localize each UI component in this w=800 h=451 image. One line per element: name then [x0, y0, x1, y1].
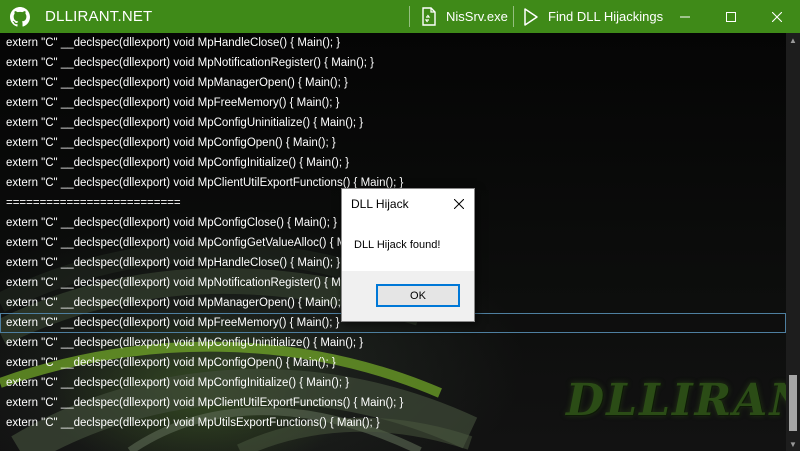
output-line[interactable]: extern "C" __declspec(dllexport) void Mp…: [0, 53, 786, 73]
dialog-close-button[interactable]: [444, 189, 474, 218]
app-title: DLLIRANT.NET: [45, 8, 153, 25]
find-label: Find DLL Hijackings: [548, 9, 664, 24]
output-line[interactable]: extern "C" __declspec(dllexport) void Mp…: [0, 113, 786, 133]
target-label: NisSrv.exe: [446, 9, 508, 24]
maximize-icon: [726, 11, 736, 22]
minimize-button[interactable]: [662, 0, 708, 33]
scroll-down-icon[interactable]: ▼: [786, 437, 800, 451]
dialog-message: DLL Hijack found!: [354, 238, 441, 251]
titlebar-divider: [409, 6, 410, 27]
dialog-body: DLL Hijack found!: [342, 218, 474, 271]
titlebar-divider: [513, 6, 514, 27]
output-line[interactable]: extern "C" __declspec(dllexport) void Mp…: [0, 153, 786, 173]
output-line[interactable]: extern "C" __declspec(dllexport) void Mp…: [0, 33, 786, 53]
dialog-header: DLL Hijack: [342, 189, 474, 218]
output-line[interactable]: extern "C" __declspec(dllexport) void Mp…: [0, 353, 786, 373]
dllirant-logo: DLLIRANT: [566, 375, 800, 426]
file-icon: [422, 6, 436, 26]
scrollbar-thumb[interactable]: [789, 375, 797, 431]
dll-hijack-dialog: DLL Hijack DLL Hijack found! OK: [341, 188, 475, 322]
play-icon: [524, 7, 538, 26]
output-line[interactable]: extern "C" __declspec(dllexport) void Mp…: [0, 333, 786, 353]
dialog-title: DLL Hijack: [351, 196, 409, 211]
vertical-scrollbar[interactable]: ▲ ▼: [786, 33, 800, 451]
maximize-button[interactable]: [708, 0, 754, 33]
github-icon[interactable]: [9, 6, 31, 28]
output-line[interactable]: extern "C" __declspec(dllexport) void Mp…: [0, 73, 786, 93]
ok-button[interactable]: OK: [376, 284, 460, 307]
close-button[interactable]: [754, 0, 800, 33]
scroll-up-icon[interactable]: ▲: [786, 33, 800, 47]
close-icon: [772, 11, 782, 22]
select-target-button[interactable]: NisSrv.exe: [420, 0, 508, 33]
find-dll-hijackings-button[interactable]: Find DLL Hijackings: [522, 0, 663, 33]
title-bar: DLLIRANT.NET NisSrv.exe Find DLL Hijacki…: [0, 0, 800, 33]
output-line[interactable]: extern "C" __declspec(dllexport) void Mp…: [0, 133, 786, 153]
output-line[interactable]: extern "C" __declspec(dllexport) void Mp…: [0, 93, 786, 113]
close-icon: [454, 198, 464, 209]
minimize-icon: [680, 16, 690, 17]
